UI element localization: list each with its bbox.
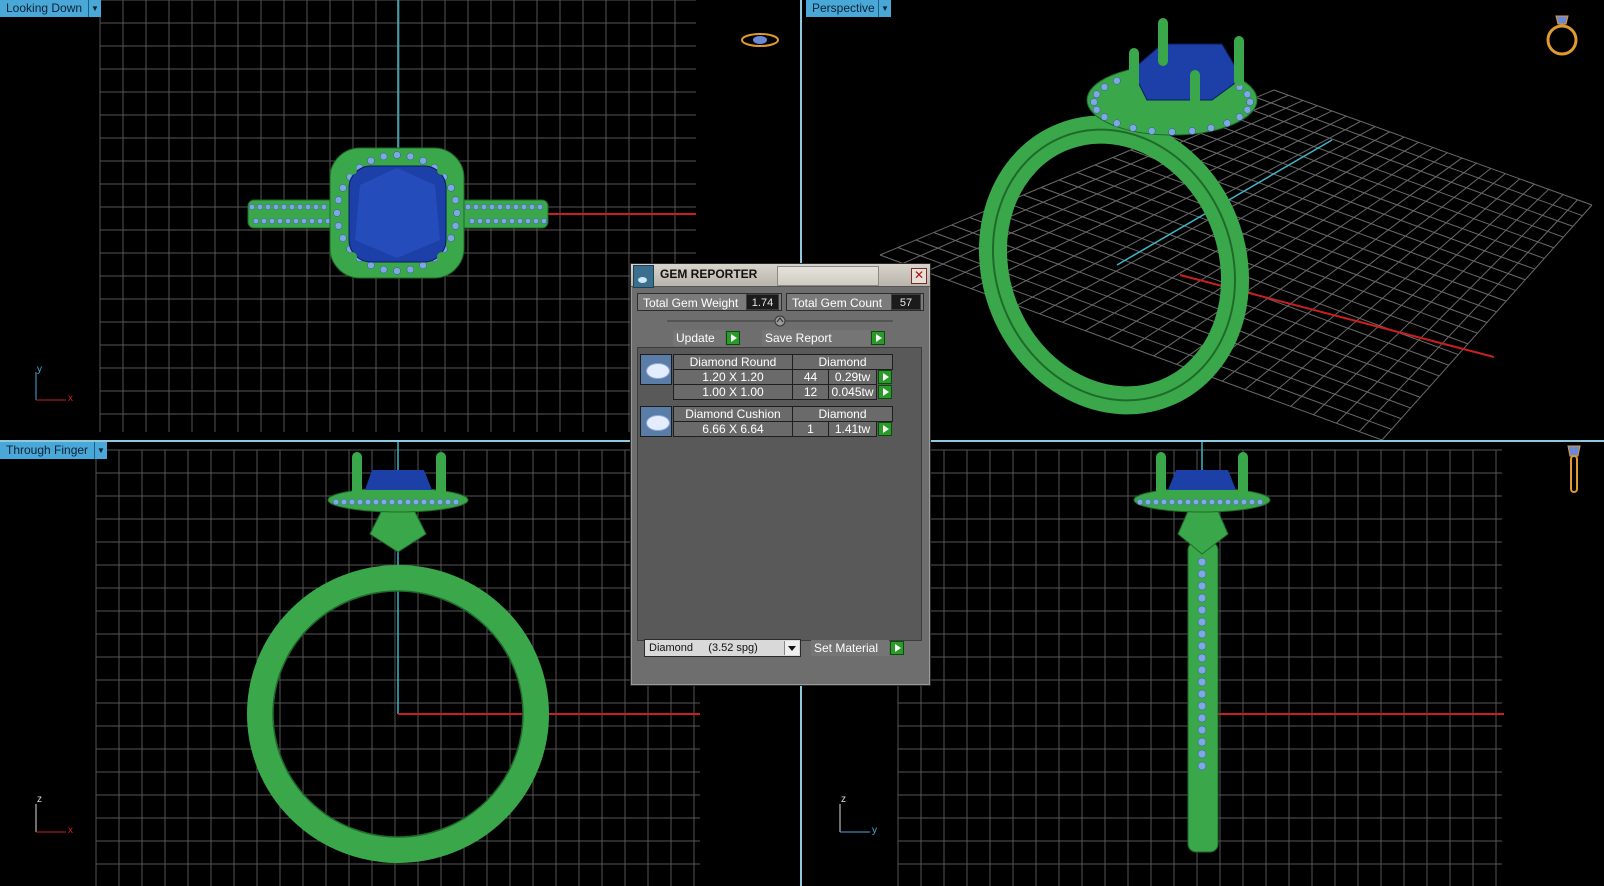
gem-reporter-app-icon (633, 265, 654, 288)
play-arrow-icon[interactable] (726, 331, 740, 345)
gem-material-cell[interactable]: Diamond (792, 406, 893, 422)
axis-label-z: z (37, 794, 42, 805)
ring-perspective-icon[interactable] (1542, 10, 1582, 58)
set-material-button[interactable]: Set Material (811, 640, 889, 656)
material-select[interactable]: Diamond (3.52 spg) (644, 639, 801, 657)
axis-label-x: x (68, 825, 73, 836)
play-arrow-icon[interactable] (890, 641, 904, 655)
gem-round-thumb-icon (640, 354, 672, 385)
gem-weight-cell[interactable]: 0.045tw (828, 384, 877, 400)
play-arrow-icon[interactable] (878, 370, 892, 384)
play-arrow-icon[interactable] (878, 422, 892, 436)
gem-weight-cell[interactable]: 0.29tw (828, 369, 877, 385)
play-arrow-icon[interactable] (871, 331, 885, 345)
total-gem-weight-value: 1.74 (746, 294, 779, 310)
gem-count-cell[interactable]: 44 (792, 369, 829, 385)
material-select-value: Diamond (3.52 spg) (649, 642, 758, 654)
gem-reporter-panel: GEM REPORTER ✕ Total Gem Weight 1.74 Tot… (630, 263, 931, 686)
close-icon[interactable]: ✕ (911, 268, 927, 284)
viewport-label-looking-down[interactable]: Looking Down (0, 0, 100, 17)
play-arrow-icon[interactable] (878, 385, 892, 399)
axis-label-x: x (68, 393, 73, 404)
collapse-divider[interactable] (631, 314, 930, 328)
axis-label-y: y (872, 825, 877, 836)
gem-count-cell[interactable]: 1 (792, 421, 829, 437)
gem-material-cell[interactable]: Diamond (792, 354, 893, 370)
gem-cushion-thumb-icon (640, 406, 672, 437)
gem-weight-cell[interactable]: 1.41tw (828, 421, 877, 437)
gem-size-cell[interactable]: 1.20 X 1.20 (673, 369, 793, 385)
axis-label-y: y (37, 364, 42, 375)
viewport-label-through-finger[interactable]: Through Finger (0, 442, 106, 459)
dropdown-arrow-icon[interactable]: ▼ (88, 0, 101, 17)
ring-top-view-icon[interactable] (738, 28, 782, 52)
ring-side-view-icon[interactable] (1562, 442, 1586, 498)
gem-shape-cell[interactable]: Diamond Cushion (673, 406, 793, 422)
gem-list[interactable]: Diamond Round Diamond 1.20 X 1.20 44 0.2… (637, 347, 922, 641)
gem-size-cell[interactable]: 6.66 X 6.64 (673, 421, 793, 437)
axis-label-z: z (841, 794, 846, 805)
panel-title: GEM REPORTER (660, 267, 758, 281)
dropdown-arrow-icon[interactable]: ▼ (878, 0, 891, 17)
save-report-button[interactable]: Save Report (762, 330, 870, 346)
dropdown-arrow-icon[interactable]: ▼ (94, 442, 107, 459)
panel-title-tab (777, 266, 879, 286)
ring-band-perspective (978, 115, 1250, 415)
gem-size-cell[interactable]: 1.00 X 1.00 (673, 384, 793, 400)
gem-shape-cell[interactable]: Diamond Round (673, 354, 793, 370)
chevron-down-icon[interactable] (784, 641, 799, 655)
gem-count-cell[interactable]: 12 (792, 384, 829, 400)
total-gem-count-value: 57 (891, 294, 921, 310)
panel-titlebar[interactable]: GEM REPORTER ✕ (631, 264, 930, 288)
update-button[interactable]: Update (673, 330, 725, 346)
